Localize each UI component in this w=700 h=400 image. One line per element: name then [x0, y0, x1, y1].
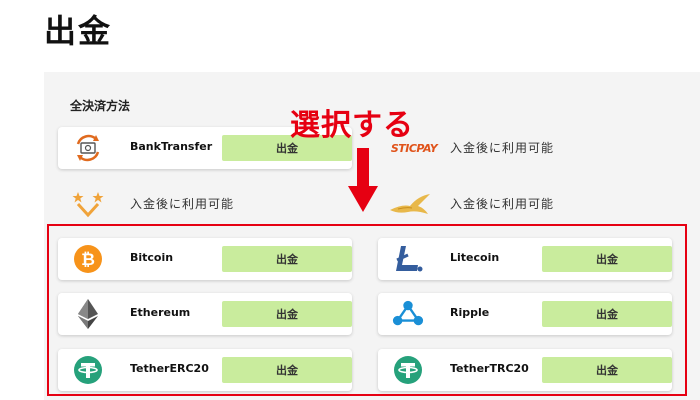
callout-label: 選択する — [290, 108, 414, 143]
page-title: 出金 — [44, 12, 113, 50]
method-card-sticpay: STICPAY 入金後に利用可能 — [378, 127, 672, 169]
bird-logo — [388, 188, 432, 220]
method-card-stars: 入金後に利用可能 — [58, 183, 352, 225]
method-note: 入金後に利用可能 — [450, 197, 555, 211]
method-card-bird: 入金後に利用可能 — [378, 183, 672, 225]
section-label: 全決済方法 — [70, 99, 131, 113]
down-arrow-icon — [348, 148, 378, 216]
method-note: 入金後に利用可能 — [130, 197, 235, 211]
method-name: BankTransfer — [130, 140, 213, 153]
method-note: 入金後に利用可能 — [450, 141, 555, 155]
stars-chevron-logo — [72, 188, 104, 220]
highlight-box — [47, 224, 687, 396]
bank-transfer-icon — [72, 132, 104, 164]
